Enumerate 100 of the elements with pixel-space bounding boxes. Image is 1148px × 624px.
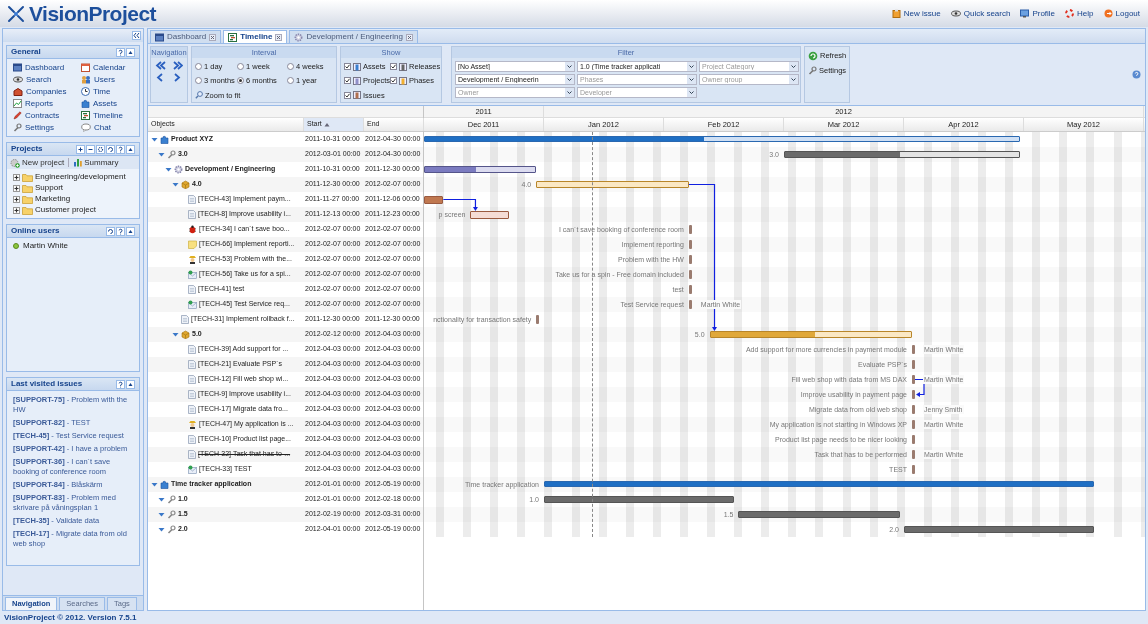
nav-link[interactable]: Contracts xyxy=(25,109,60,122)
header-link[interactable]: Quick search xyxy=(963,7,1011,20)
panel-title: Last visited issues xyxy=(11,378,83,390)
collapse-icon[interactable] xyxy=(126,226,135,236)
nav-link[interactable]: Chat xyxy=(94,121,111,134)
eye-icon xyxy=(13,75,23,84)
collapse-arrow-icon[interactable] xyxy=(165,166,172,173)
collapse-icon[interactable] xyxy=(126,47,135,57)
nav-link[interactable]: Settings xyxy=(25,121,54,134)
collapse-arrow-icon[interactable] xyxy=(158,496,165,503)
nav-link[interactable]: Search xyxy=(26,73,52,86)
close-icon[interactable] xyxy=(209,33,217,41)
dropdown-arrow-icon[interactable] xyxy=(687,88,696,97)
folder-label[interactable]: Customer project xyxy=(35,204,96,216)
wrench-icon xyxy=(167,525,176,534)
nav-link[interactable]: Timeline xyxy=(93,109,123,122)
folder-label[interactable]: Support xyxy=(35,182,64,194)
document-icon xyxy=(188,345,196,354)
dropdown-arrow-icon[interactable] xyxy=(789,62,798,71)
radio-button[interactable] xyxy=(195,77,202,85)
folder-icon xyxy=(22,194,33,204)
collapse-arrow-icon[interactable] xyxy=(158,151,165,158)
expand-box-icon[interactable] xyxy=(13,206,20,214)
collapse-arrow-icon[interactable] xyxy=(172,331,179,338)
dropdown-arrow-icon[interactable] xyxy=(565,75,574,84)
help-icon[interactable] xyxy=(116,144,125,154)
header-link[interactable]: Profile xyxy=(1032,7,1056,20)
dropdown-arrow-icon[interactable] xyxy=(687,62,696,71)
envelope-icon xyxy=(188,465,197,474)
help-icon[interactable] xyxy=(116,379,125,389)
expand-box-icon[interactable] xyxy=(13,195,20,203)
nav-link[interactable]: Reports xyxy=(25,97,53,110)
radio-button[interactable] xyxy=(237,63,244,71)
nav-link[interactable]: Users xyxy=(94,73,115,86)
lifebuoy-icon xyxy=(1065,9,1075,18)
close-icon[interactable] xyxy=(405,33,413,41)
nav-link[interactable]: Calendar xyxy=(93,61,126,74)
checkbox[interactable] xyxy=(344,63,351,71)
refresh-icon[interactable] xyxy=(808,50,818,61)
dropdown-arrow-icon[interactable] xyxy=(789,75,798,84)
checkbox[interactable] xyxy=(390,63,397,71)
checkbox[interactable] xyxy=(344,91,351,99)
new-project-button[interactable]: New project xyxy=(10,156,65,169)
nav-link[interactable]: Companies xyxy=(26,85,67,98)
people-icon xyxy=(81,75,91,84)
nav-link[interactable]: Time xyxy=(93,85,111,98)
summary-button[interactable]: Summary xyxy=(73,156,119,169)
radio-button[interactable] xyxy=(287,77,294,85)
refresh-icon[interactable] xyxy=(106,144,115,154)
expand-box-icon[interactable] xyxy=(13,184,20,192)
header-link[interactable]: Help xyxy=(1077,7,1094,20)
collapse-icon[interactable] xyxy=(126,379,135,389)
radio-button[interactable] xyxy=(287,63,294,71)
dropdown-arrow-icon[interactable] xyxy=(565,62,574,71)
help-icon[interactable] xyxy=(116,226,125,236)
double-right-arrow-icon[interactable] xyxy=(171,61,183,70)
envelope-icon xyxy=(188,270,197,279)
expand-box-icon[interactable] xyxy=(13,173,20,181)
dropdown-arrow-icon[interactable] xyxy=(565,88,574,97)
remove-icon[interactable] xyxy=(86,144,95,154)
double-left-arrow-icon[interactable] xyxy=(155,61,167,70)
hat-figure-icon xyxy=(188,420,197,429)
puzzle-icon xyxy=(160,135,169,144)
folder-label[interactable]: Marketing xyxy=(35,193,71,205)
nav-link[interactable]: Assets xyxy=(93,97,117,110)
logout-icon xyxy=(1103,9,1113,18)
gear-plus-icon xyxy=(10,157,20,168)
folder-icon xyxy=(22,172,33,182)
collapse-arrow-icon[interactable] xyxy=(158,526,165,533)
dropdown-arrow-icon[interactable] xyxy=(687,75,696,84)
panel-title: Online users xyxy=(11,225,60,237)
header-link[interactable]: Logout xyxy=(1115,7,1140,20)
monitor-icon xyxy=(1020,9,1030,18)
collapse-icon[interactable] xyxy=(126,144,135,154)
legend-swatch-icon xyxy=(353,91,361,100)
settings-icon[interactable] xyxy=(96,144,105,154)
collapse-arrow-icon[interactable] xyxy=(158,511,165,518)
panel-title: General xyxy=(11,46,41,58)
checkbox[interactable] xyxy=(344,77,351,85)
close-icon[interactable] xyxy=(275,33,283,41)
help-icon[interactable] xyxy=(116,47,125,57)
header-link[interactable]: New issue xyxy=(903,7,941,20)
panel-title: Projects xyxy=(11,143,43,155)
collapse-arrow-icon[interactable] xyxy=(151,481,158,488)
nav-link[interactable]: Dashboard xyxy=(25,61,65,74)
folder-label[interactable]: Engineering/development xyxy=(35,171,126,183)
checkbox[interactable] xyxy=(390,77,397,85)
refresh-icon[interactable] xyxy=(106,226,115,236)
user-name[interactable]: Martin White xyxy=(23,240,68,252)
collapse-icon[interactable] xyxy=(132,31,141,40)
radio-button[interactable] xyxy=(195,63,202,71)
help-icon[interactable] xyxy=(1132,70,1141,79)
radio-button[interactable] xyxy=(237,77,244,85)
document-icon xyxy=(188,450,196,459)
document-icon xyxy=(188,375,196,384)
collapse-arrow-icon[interactable] xyxy=(151,136,158,143)
clock-icon xyxy=(81,87,90,96)
add-icon[interactable] xyxy=(76,144,85,154)
collapse-arrow-icon[interactable] xyxy=(172,181,179,188)
logo-text: VisionProject xyxy=(29,3,156,24)
